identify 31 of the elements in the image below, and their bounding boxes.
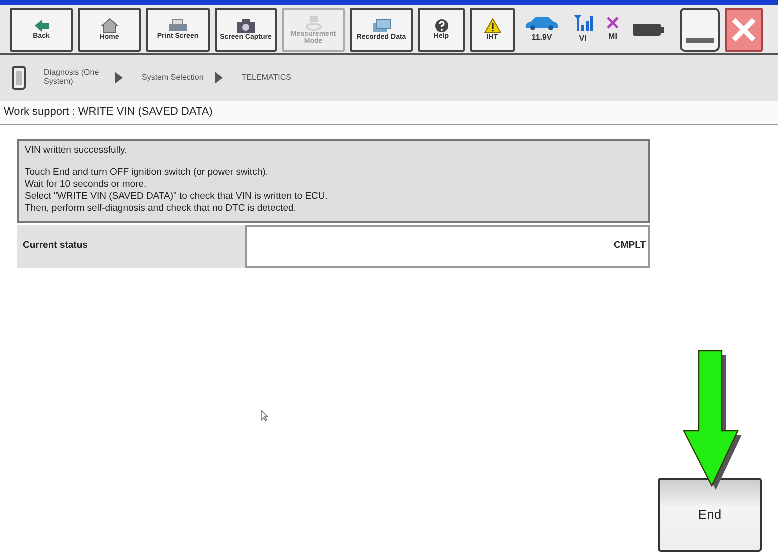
camera-icon [236, 18, 256, 34]
breadcrumb-arrow-icon [114, 71, 124, 85]
indicator-label: VI [579, 33, 587, 45]
battery-icon [633, 22, 665, 36]
folders-icon [370, 18, 392, 34]
gauge-icon [304, 14, 322, 30]
minimize-button[interactable] [680, 8, 720, 52]
breadcrumb-item[interactable]: System Selection [142, 72, 204, 84]
indicator-label: MI [608, 31, 618, 43]
house-icon [100, 18, 118, 34]
warning-icon [484, 18, 502, 34]
cross-icon [606, 16, 620, 30]
breadcrumb-item[interactable]: Diagnosis (One System) [44, 69, 104, 87]
help-icon [434, 19, 448, 33]
back-arrow-icon [34, 19, 50, 33]
page-title: Work support : WRITE VIN (SAVED DATA) [0, 101, 778, 124]
end-button[interactable]: End [658, 478, 762, 552]
breadcrumb-arrow-icon [214, 71, 224, 85]
breadcrumb-item[interactable]: TELEMATICS [242, 72, 292, 84]
close-button[interactable] [725, 8, 763, 52]
cursor-icon [261, 410, 269, 422]
status-value: CMPLT [245, 224, 650, 268]
printer-icon [167, 19, 189, 33]
indicator-label: 11.9V [532, 32, 552, 44]
signal-icon [573, 14, 593, 32]
car-icon [524, 15, 560, 31]
device-icon [12, 66, 26, 90]
close-icon [731, 16, 757, 42]
minimize-icon [686, 38, 714, 42]
status-label: Current status [17, 224, 245, 268]
message-panel: VIN written successfully. Touch End and turn OFF ignition switch (or power switch). Wait for 10 seconds or more. Select "WRITE VIN (SAVED DATA)" to check that VIN is written to ECU. Then, perform self-diagnosis and check that no DTC is detected. [17, 138, 650, 223]
